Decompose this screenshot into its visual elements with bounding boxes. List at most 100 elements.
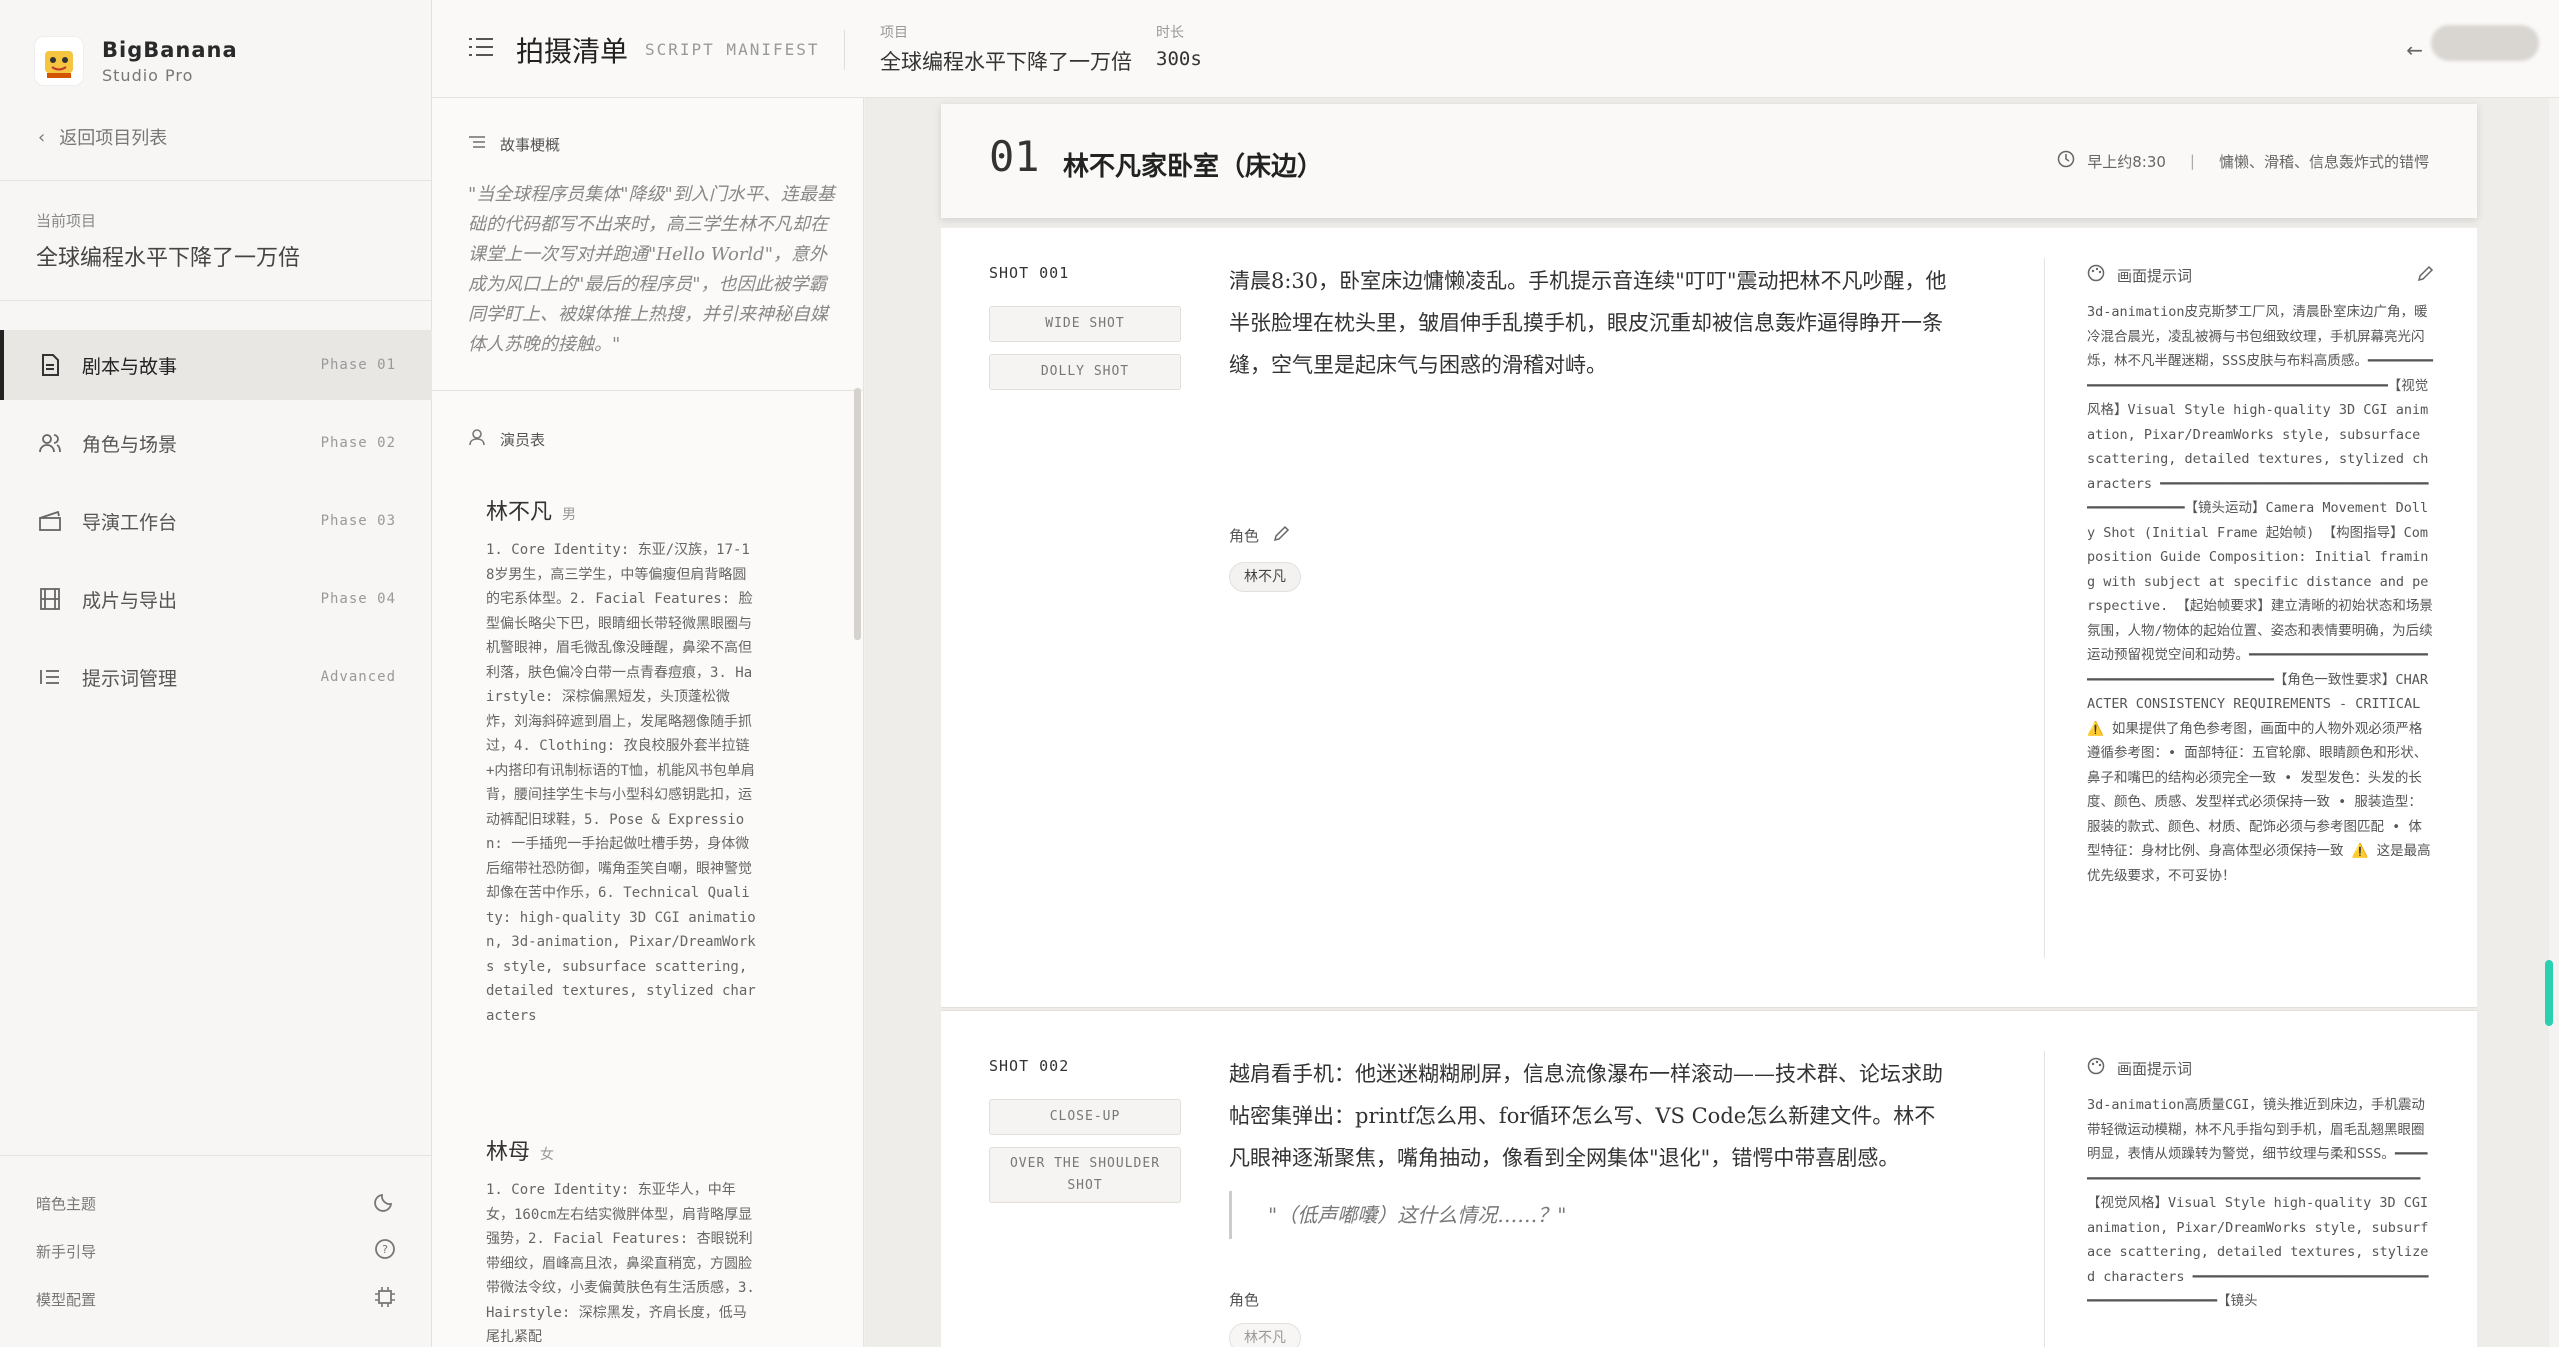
sidebar-item-label: 剧本与故事 bbox=[82, 355, 178, 378]
clapperboard-icon bbox=[38, 509, 62, 533]
help-circle-icon: ? bbox=[374, 1238, 396, 1264]
sidebar-item-prompts[interactable]: 提示词管理 Advanced bbox=[0, 642, 432, 712]
sidebar-item-characters[interactable]: 角色与场景 Phase 02 bbox=[0, 408, 432, 478]
clock-icon bbox=[2057, 150, 2075, 172]
divider bbox=[844, 30, 845, 70]
cast-header: 演员表 bbox=[468, 428, 545, 450]
prompt-text: 3d-animation皮克斯梦工厂风，清晨卧室床边广角，暖冷混合晨光，凌乱被褥… bbox=[2087, 304, 2433, 884]
phase-label: Phase 01 bbox=[320, 357, 396, 373]
toggle-switch[interactable] bbox=[2431, 25, 2539, 61]
phase-label: Advanced bbox=[320, 669, 396, 685]
cast-gender: 男 bbox=[562, 507, 577, 523]
current-project-label: 当前项目 bbox=[36, 212, 97, 230]
film-icon bbox=[38, 587, 62, 611]
shot-card: SHOT 001 WIDE SHOT DOLLY SHOT 清晨8:30，卧室床… bbox=[941, 228, 2477, 1008]
divider bbox=[0, 1155, 432, 1156]
shot-tag[interactable]: DOLLY SHOT bbox=[989, 354, 1181, 390]
shot-description: 清晨8:30，卧室床边慵懒凌乱。手机提示音连续"叮叮"震动把林不凡吵醒，他半张脸… bbox=[1229, 269, 1947, 377]
pencil-icon[interactable] bbox=[1273, 524, 1291, 546]
phase-label: Phase 03 bbox=[320, 513, 396, 529]
scrollbar[interactable] bbox=[854, 388, 861, 640]
sidebar-nav: 剧本与故事 Phase 01 角色与场景 Phase 02 导演工作台 Phas… bbox=[0, 330, 432, 720]
shot-tag[interactable]: WIDE SHOT bbox=[989, 306, 1181, 342]
prompt-text: 3d-animation高质量CGI，镜头推近到床边，手机震动带轻微运动模糊，林… bbox=[2087, 1097, 2429, 1309]
scene-header: 01 林不凡家卧室（床边） 早上约8:30 | 慵懒、滑稽、信息轰炸式的错愕 bbox=[941, 104, 2477, 218]
main-content: 01 林不凡家卧室（床边） 早上约8:30 | 慵懒、滑稽、信息轰炸式的错愕 S… bbox=[865, 98, 2559, 1347]
users-icon bbox=[38, 431, 62, 455]
page-subtitle: SCRIPT MANIFEST bbox=[645, 40, 820, 59]
back-to-projects-link[interactable]: ‹ 返回项目列表 bbox=[38, 124, 167, 150]
menu-icon[interactable] bbox=[468, 36, 494, 62]
scene-title: 林不凡家卧室（床边） bbox=[1063, 152, 1324, 182]
banana-logo-icon bbox=[34, 36, 84, 86]
pencil-icon[interactable] bbox=[2417, 264, 2435, 286]
cast-description: 1. Core Identity: 东亚/汉族，17-18岁男生，高三学生，中等… bbox=[486, 542, 756, 1024]
palette-icon bbox=[2087, 264, 2105, 286]
page-title: 拍摄清单 bbox=[516, 35, 629, 68]
sidebar-item-label: 成片与导出 bbox=[82, 589, 178, 612]
project-label: 项目 bbox=[880, 25, 908, 41]
divider bbox=[432, 390, 863, 391]
duration-value: 300s bbox=[1156, 48, 1202, 70]
scene-mood: 慵懒、滑稽、信息轰炸式的错愕 bbox=[2218, 152, 2429, 171]
synopsis-text: "当全球程序员集体"降级"到入门水平、连最基础的代码都写不出来时，高三学生林不凡… bbox=[468, 184, 835, 355]
chip-icon bbox=[374, 1286, 396, 1312]
synopsis-title: 故事梗概 bbox=[500, 136, 561, 154]
roles-label: 角色 bbox=[1229, 526, 1260, 545]
roles-header: 角色 bbox=[1229, 1289, 1259, 1310]
scene-number: 01 bbox=[989, 132, 1040, 181]
story-panel: 故事梗概 "当全球程序员集体"降级"到入门水平、连最基础的代码都写不出来时，高三… bbox=[432, 98, 864, 1347]
shot-number: SHOT 002 bbox=[989, 1057, 1070, 1075]
brand-name: BigBanana bbox=[102, 37, 238, 62]
document-icon bbox=[38, 353, 62, 377]
dark-theme-toggle[interactable]: 暗色主题 bbox=[36, 1190, 396, 1216]
phase-label: Phase 04 bbox=[320, 591, 396, 607]
prompt-header: 画面提示词 bbox=[2087, 1057, 2192, 1079]
palette-icon bbox=[2087, 1057, 2105, 1079]
prompt-label: 画面提示词 bbox=[2117, 266, 2193, 285]
cast-title: 演员表 bbox=[500, 430, 546, 449]
duration-label: 时长 bbox=[1156, 25, 1184, 41]
prompt-label: 画面提示词 bbox=[2117, 1059, 2193, 1078]
arrow-left-icon[interactable]: ← bbox=[2406, 38, 2423, 62]
shot-tag[interactable]: OVER THE SHOULDER SHOT bbox=[989, 1147, 1181, 1203]
divider bbox=[2044, 1051, 2045, 1347]
list-icon bbox=[38, 665, 62, 689]
shot-tag[interactable]: CLOSE-UP bbox=[989, 1099, 1181, 1135]
shot-number: SHOT 001 bbox=[989, 264, 1070, 282]
shot-description: 越肩看手机：他迷迷糊糊刷屏，信息流像瀑布一样滚动——技术群、论坛求助帖密集弹出：… bbox=[1229, 1062, 1943, 1170]
scene-time: 早上约8:30 bbox=[2087, 152, 2166, 171]
sidebar-item-director[interactable]: 导演工作台 Phase 03 bbox=[0, 486, 432, 556]
prompt-header: 画面提示词 bbox=[2087, 264, 2435, 286]
dialogue-quote: "（低声嘟囔）这什么情况……？" bbox=[1229, 1191, 1566, 1239]
dark-theme-label: 暗色主题 bbox=[36, 1194, 97, 1213]
cast-gender: 女 bbox=[540, 1147, 555, 1163]
role-chip[interactable]: 林不凡 bbox=[1229, 1323, 1301, 1347]
phase-label: Phase 02 bbox=[320, 435, 396, 451]
model-config-button[interactable]: 模型配置 bbox=[36, 1286, 396, 1312]
moon-icon bbox=[374, 1190, 396, 1216]
sidebar-item-export[interactable]: 成片与导出 Phase 04 bbox=[0, 564, 432, 634]
cast-item: 林母女 1. Core Identity: 东亚华人，中年女，160cm左右结实… bbox=[486, 1134, 756, 1347]
chevron-left-icon: ‹ bbox=[38, 126, 46, 148]
back-label: 返回项目列表 bbox=[59, 128, 168, 149]
guide-button[interactable]: 新手引导 ? bbox=[36, 1238, 396, 1264]
cast-name: 林不凡 bbox=[486, 500, 553, 525]
guide-label: 新手引导 bbox=[36, 1242, 97, 1261]
roles-header: 角色 bbox=[1229, 524, 1291, 546]
current-project-name: 全球编程水平下降了一万倍 bbox=[36, 246, 301, 271]
brand-subtitle: Studio Pro bbox=[102, 65, 194, 85]
separator: | bbox=[2189, 152, 2195, 170]
brand: BigBanana Studio Pro bbox=[34, 36, 238, 86]
role-chip[interactable]: 林不凡 bbox=[1229, 562, 1301, 592]
sidebar-item-script[interactable]: 剧本与故事 Phase 01 bbox=[0, 330, 432, 400]
cast-name: 林母 bbox=[486, 1140, 531, 1165]
synopsis-header: 故事梗概 bbox=[468, 134, 560, 155]
user-icon bbox=[468, 428, 486, 450]
divider bbox=[2044, 258, 2045, 958]
svg-text:?: ? bbox=[382, 1243, 388, 1256]
scrollbar[interactable] bbox=[2545, 960, 2553, 1026]
model-config-label: 模型配置 bbox=[36, 1290, 97, 1309]
top-bar: 拍摄清单 SCRIPT MANIFEST 项目 全球编程水平下降了一万倍 时长 … bbox=[432, 0, 2559, 98]
sidebar-item-label: 角色与场景 bbox=[82, 433, 178, 456]
